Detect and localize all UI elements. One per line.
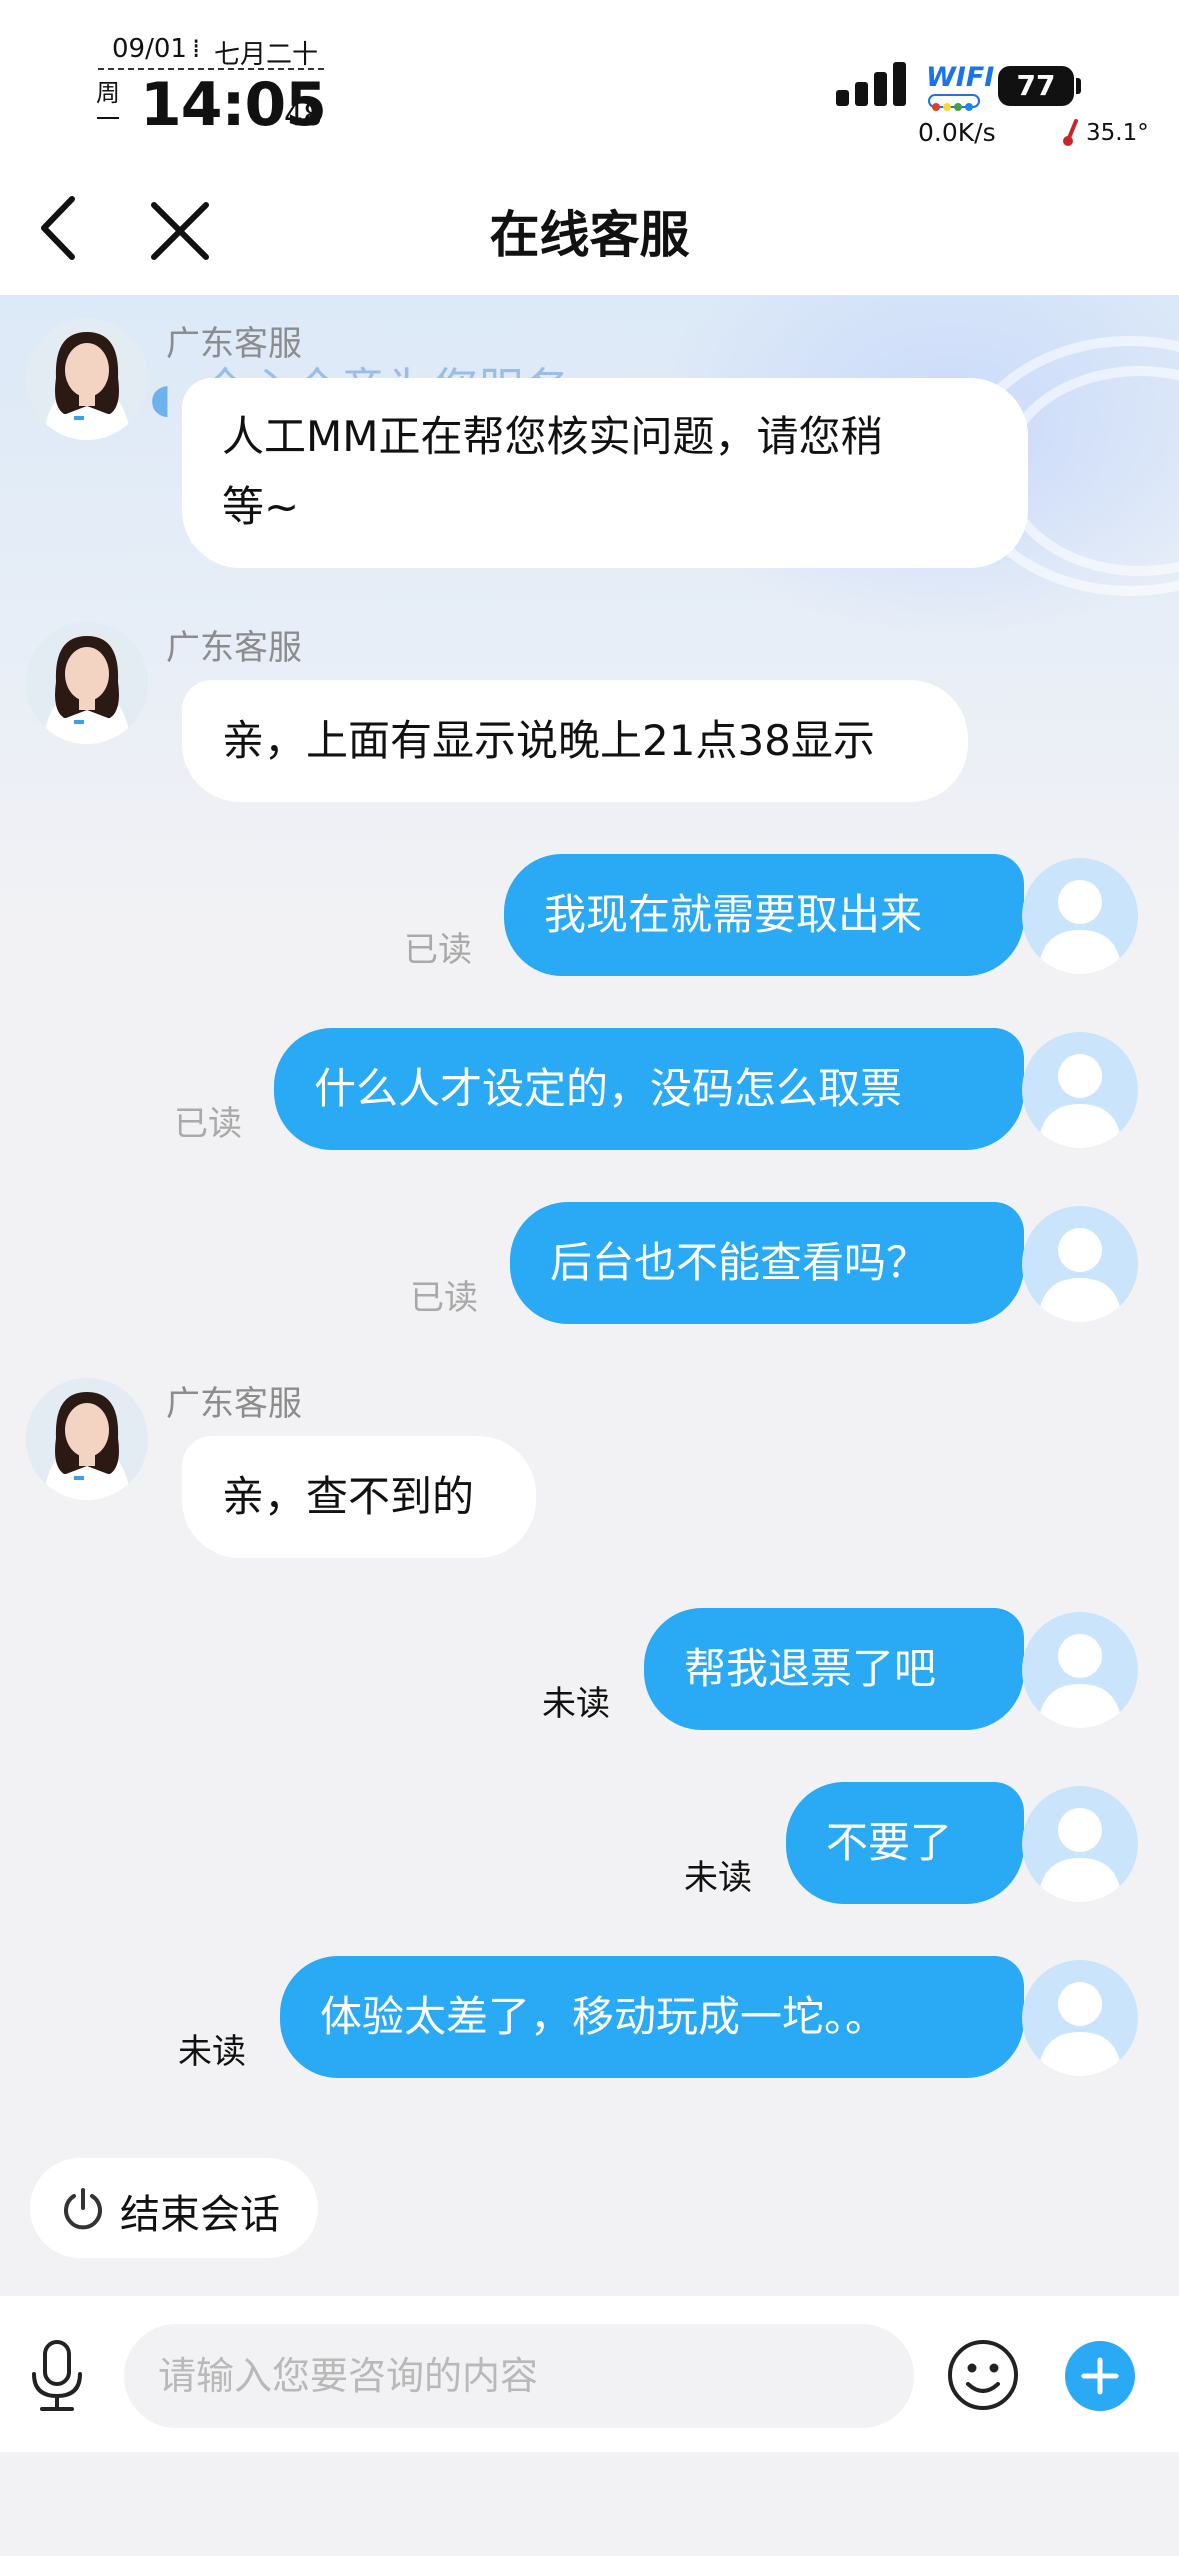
read-status: 已读 [410, 1278, 478, 1318]
status-weekday: 周一 [96, 79, 120, 133]
status-date: 09/01 [112, 34, 187, 64]
outgoing-message-bubble[interactable]: 我现在就需要取出来 [504, 854, 1024, 976]
message-text: 什么人才设定的，没码怎么取票 [314, 1064, 903, 1113]
read-status: 已读 [174, 1104, 242, 1144]
outgoing-message-bubble[interactable]: 体验太差了，移动玩成一坨。。 [280, 1956, 1024, 2078]
outgoing-message-bubble[interactable]: 什么人才设定的，没码怎么取票 [274, 1028, 1024, 1150]
page-title: 在线客服 [489, 206, 690, 264]
message-input[interactable] [124, 2324, 914, 2428]
agent-avatar[interactable] [26, 318, 148, 440]
emoji-icon[interactable] [946, 2338, 1020, 2412]
wifi-label: WIFI [926, 62, 995, 93]
sender-name: 广东客服 [166, 324, 302, 364]
network-speed: 0.0K/s [918, 118, 996, 147]
end-session-button[interactable]: 结束会话 [30, 2158, 318, 2258]
read-status: 已读 [404, 930, 472, 970]
incoming-message-bubble[interactable]: 亲，上面有显示说晚上21点38显示 [182, 680, 968, 802]
message-text: 人工MM正在帮您核实问题，请您稍 [222, 412, 883, 461]
incoming-message-bubble[interactable]: 人工MM正在帮您核实问题，请您稍 等~ [182, 378, 1028, 568]
user-avatar[interactable] [1022, 858, 1138, 974]
message-text: 不要了 [826, 1818, 953, 1867]
status-divider: ⁞ [192, 34, 201, 64]
message-text: 亲，上面有显示说晚上21点38显示 [222, 716, 875, 765]
bottom-safe-area [0, 2452, 1179, 2556]
user-avatar[interactable] [1022, 1206, 1138, 1322]
signal-icon [836, 60, 910, 106]
battery-icon: 77 [998, 66, 1074, 106]
end-session-label: 结束会话 [120, 2192, 280, 2238]
outgoing-message-bubble[interactable]: 不要了 [786, 1782, 1024, 1904]
message-text: 亲，查不到的 [222, 1472, 475, 1521]
status-seconds: 48 [284, 98, 323, 133]
add-icon[interactable] [1064, 2340, 1136, 2412]
banner-logo-mark: ◖ [150, 376, 172, 422]
message-text: 体验太差了，移动玩成一坨。。 [320, 1992, 888, 2041]
agent-avatar[interactable] [26, 1378, 148, 1500]
user-avatar[interactable] [1022, 1032, 1138, 1148]
unread-status: 未读 [542, 1684, 610, 1724]
header: 在线客服 [0, 165, 1179, 296]
wifi-icon [928, 94, 980, 111]
sender-name: 广东客服 [166, 628, 302, 668]
sender-name: 广东客服 [166, 1384, 302, 1424]
unread-status: 未读 [684, 1858, 752, 1898]
message-text: 后台也不能查看吗？ [550, 1238, 929, 1287]
status-bar: 09/01 ⁞ 七月二十 周一 14:05 48 WIFI 77 0.0K/s … [0, 0, 1179, 165]
power-icon [64, 2188, 102, 2230]
outgoing-message-bubble[interactable]: 后台也不能查看吗？ [510, 1202, 1024, 1324]
battery-tip [1076, 78, 1081, 94]
outgoing-message-bubble[interactable]: 帮我退票了吧 [644, 1608, 1024, 1730]
message-text: 帮我退票了吧 [684, 1644, 937, 1693]
microphone-icon[interactable] [28, 2338, 86, 2414]
agent-avatar[interactable] [26, 622, 148, 744]
user-avatar[interactable] [1022, 1960, 1138, 2076]
temperature: 35.1° [1086, 120, 1149, 146]
user-avatar[interactable] [1022, 1612, 1138, 1728]
incoming-message-bubble[interactable]: 亲，查不到的 [182, 1436, 536, 1558]
message-text: 等~ [222, 482, 300, 531]
status-lunar-date: 七月二十 [214, 40, 319, 70]
user-avatar[interactable] [1022, 1786, 1138, 1902]
thermometer-icon [1063, 119, 1078, 146]
message-text: 我现在就需要取出来 [544, 890, 923, 939]
input-bar [0, 2296, 1179, 2452]
unread-status: 未读 [178, 2032, 246, 2072]
